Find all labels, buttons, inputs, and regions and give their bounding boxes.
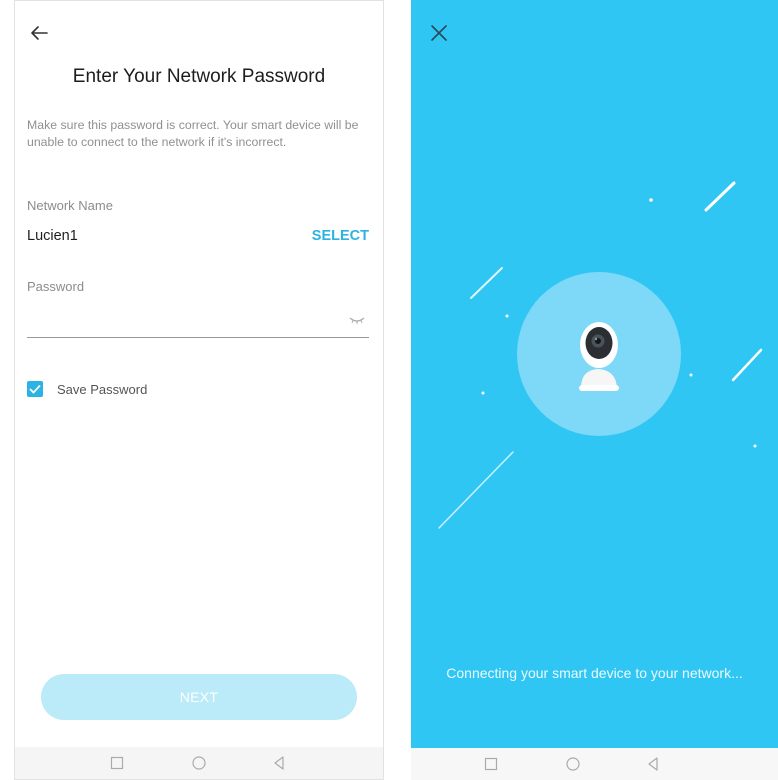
connecting-status-text: Connecting your smart device to your net… — [446, 665, 743, 681]
triangle-left-icon[interactable] — [645, 756, 661, 772]
android-nav-bar — [411, 748, 778, 780]
circle-icon[interactable] — [191, 755, 207, 771]
connecting-screen: Connecting your smart device to your net… — [411, 0, 778, 780]
checkmark-icon — [29, 384, 41, 394]
network-name-label: Network Name — [27, 198, 113, 213]
sparkle-dot — [753, 444, 757, 448]
streak-decoration — [470, 267, 503, 299]
password-label: Password — [27, 279, 85, 294]
password-screen: Enter Your Network Password Make sure th… — [14, 0, 384, 780]
connecting-illustration — [438, 181, 763, 529]
arrow-left-icon[interactable] — [27, 21, 51, 45]
network-name-value: Lucien1 — [27, 228, 78, 244]
streak-decoration — [438, 451, 514, 529]
square-icon[interactable] — [109, 755, 125, 771]
android-nav-bar — [15, 747, 383, 779]
password-input[interactable] — [27, 305, 369, 338]
select-network-button[interactable]: SELECT — [312, 228, 369, 244]
page-title: Enter Your Network Password — [72, 66, 326, 87]
circle-icon[interactable] — [565, 756, 581, 772]
sparkle-dot — [481, 391, 485, 395]
sparkle-dot — [649, 198, 653, 202]
next-button[interactable]: NEXT — [41, 674, 357, 720]
square-icon[interactable] — [483, 756, 499, 772]
password-warning-text: Make sure this password is correct. Your… — [27, 118, 359, 149]
save-password-label: Save Password — [57, 382, 148, 397]
sparkle-dot — [505, 314, 509, 318]
sparkle-dot — [689, 373, 693, 377]
save-password-checkbox[interactable] — [27, 381, 43, 397]
streak-decoration — [731, 348, 763, 382]
triangle-left-icon[interactable] — [271, 755, 287, 771]
streak-decoration — [704, 181, 736, 212]
eye-closed-icon[interactable] — [349, 315, 365, 325]
camera-icon — [579, 322, 619, 391]
